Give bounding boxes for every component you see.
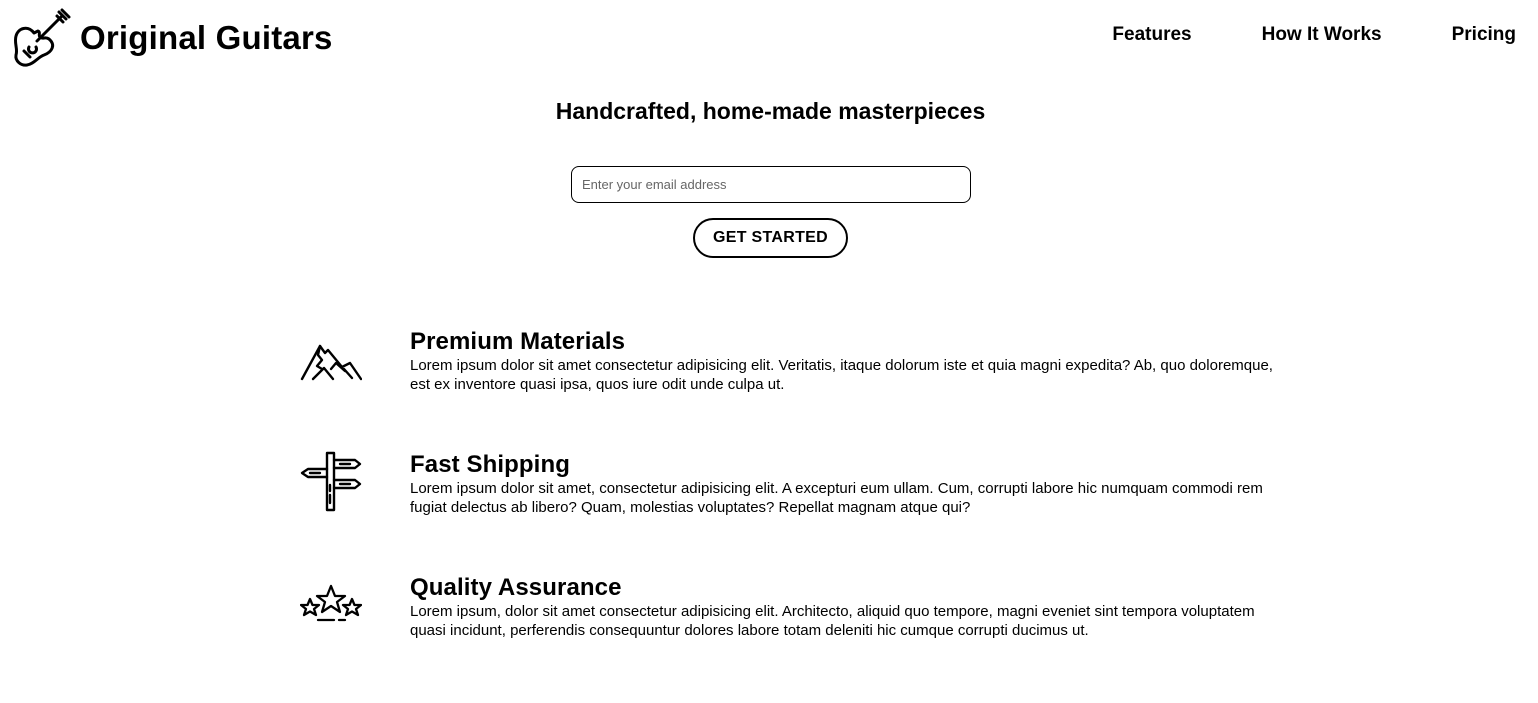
email-input[interactable] — [571, 166, 971, 203]
signpost-icon — [300, 451, 362, 512]
feature-fast-shipping: Fast Shipping Lorem ipsum dolor sit amet… — [300, 451, 1280, 541]
nav-link-how-it-works[interactable]: How It Works — [1262, 24, 1382, 46]
guitar-icon — [13, 8, 71, 67]
feature-title: Quality Assurance — [410, 574, 622, 601]
feature-quality-assurance: Quality Assurance Lorem ipsum, dolor sit… — [300, 574, 1280, 664]
brand-logo-link[interactable]: Original Guitars — [10, 6, 333, 70]
feature-description: Lorem ipsum, dolor sit amet consectetur … — [410, 603, 1255, 639]
landing-page: Original Guitars Features How It Works P… — [0, 0, 1538, 703]
feature-description: Lorem ipsum dolor sit amet consectetur a… — [410, 357, 1273, 393]
get-started-button[interactable]: GET STARTED — [693, 218, 848, 258]
feature-text: Premium Materials Lorem ipsum dolor sit … — [410, 328, 1280, 394]
site-header: Original Guitars Features How It Works P… — [0, 0, 1538, 76]
feature-text: Quality Assurance Lorem ipsum, dolor sit… — [410, 574, 1280, 640]
feature-description: Lorem ipsum dolor sit amet, consectetur … — [410, 480, 1263, 516]
feature-title: Fast Shipping — [410, 451, 570, 478]
stars-icon — [300, 584, 362, 622]
brand-name: Original Guitars — [80, 19, 333, 56]
nav-link-features[interactable]: Features — [1112, 24, 1191, 46]
feature-title: Premium Materials — [410, 328, 626, 355]
nav-link-pricing[interactable]: Pricing — [1452, 24, 1516, 46]
feature-premium-materials: Premium Materials Lorem ipsum dolor sit … — [300, 328, 1280, 418]
mountain-icon — [300, 344, 362, 381]
hero-title: Handcrafted, home-made masterpieces — [555, 98, 986, 124]
main-nav: Features How It Works Pricing — [1112, 24, 1516, 46]
feature-text: Fast Shipping Lorem ipsum dolor sit amet… — [410, 451, 1280, 517]
